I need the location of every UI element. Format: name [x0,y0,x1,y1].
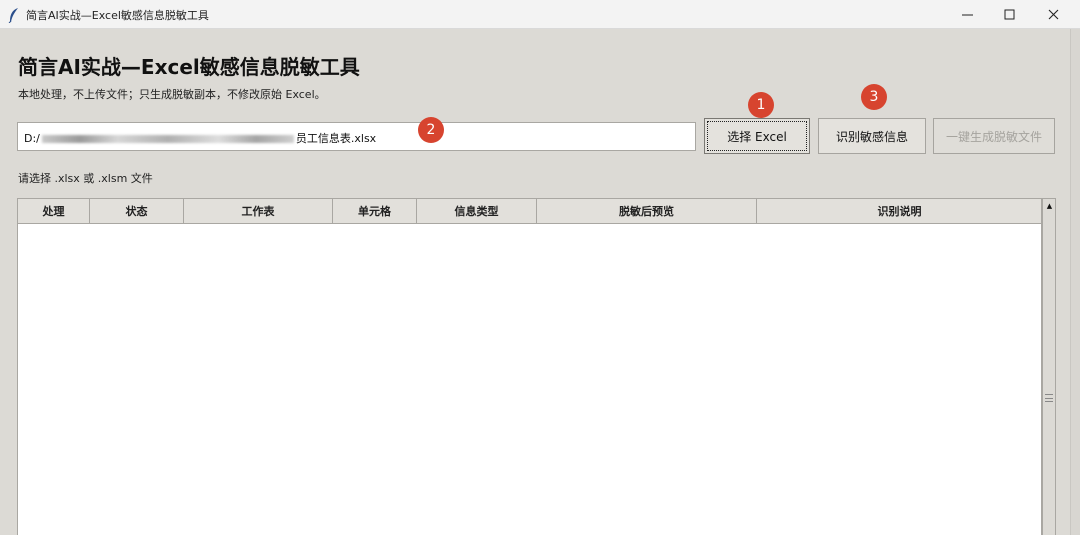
column-header-cell[interactable]: 单元格 [333,199,417,223]
file-path-prefix: D:/ [24,132,40,145]
column-header-sheet[interactable]: 工作表 [184,199,333,223]
maximize-icon [1004,9,1014,20]
maximize-button[interactable] [986,0,1032,29]
step-badge-3: 3 [861,84,887,110]
window-right-edge [1070,29,1080,535]
status-text: 请选择 .xlsx 或 .xlsm 文件 [18,172,153,185]
feather-icon [8,8,18,23]
step-badge-1: 1 [748,92,774,118]
select-excel-button[interactable]: 选择 Excel [704,118,810,154]
column-header-status[interactable]: 状态 [90,199,184,223]
page-subtitle: 本地处理，不上传文件；只生成脱敏副本，不修改原始 Excel。 [18,88,326,101]
identify-sensitive-button[interactable]: 识别敏感信息 [818,118,926,154]
results-table: 处理 状态 工作表 单元格 信息类型 脱敏后预览 识别说明 [17,198,1042,535]
generate-masked-file-button[interactable]: 一键生成脱敏文件 [933,118,1055,154]
column-header-info-type[interactable]: 信息类型 [417,199,537,223]
close-icon [1048,9,1058,20]
column-header-description[interactable]: 识别说明 [757,199,1042,223]
window-title: 简言AI实战—Excel敏感信息脱敏工具 [26,9,209,22]
file-path-input[interactable]: D:/ 员工信息表.xlsx [17,122,696,151]
column-header-masked-preview[interactable]: 脱敏后预览 [537,199,757,223]
table-scrollbar[interactable]: ▲ [1042,198,1056,535]
redacted-path [41,135,294,143]
step-badge-2: 2 [418,117,444,143]
column-header-action[interactable]: 处理 [18,199,90,223]
file-path-suffix: 员工信息表.xlsx [295,132,377,145]
minimize-button[interactable] [944,0,990,29]
page-title: 简言AI实战—Excel敏感信息脱敏工具 [18,55,360,79]
minimize-icon [961,14,973,16]
title-bar: 简言AI实战—Excel敏感信息脱敏工具 [0,0,1080,29]
scroll-up-icon[interactable]: ▲ [1045,201,1054,210]
scroll-grip-icon[interactable] [1045,394,1053,402]
table-header: 处理 状态 工作表 单元格 信息类型 脱敏后预览 识别说明 [18,199,1041,224]
close-button[interactable] [1030,0,1076,29]
